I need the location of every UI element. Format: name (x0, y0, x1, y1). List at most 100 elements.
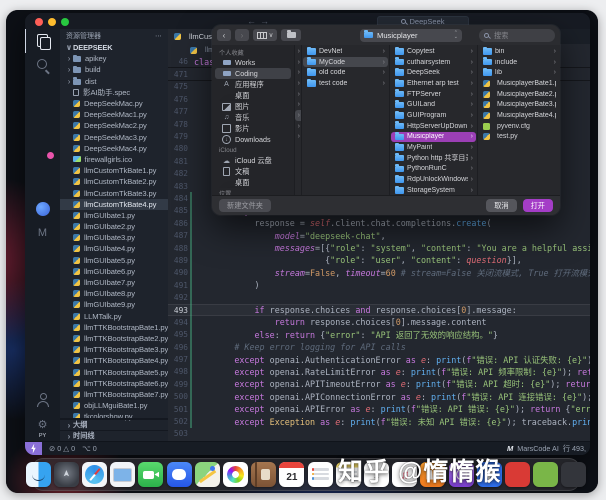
activity-testing[interactable] (25, 173, 60, 197)
finder-item[interactable]: cuthairsystem › (391, 57, 476, 68)
code-line[interactable]: 495 else: return {"error": "API 返回了无效的响应… (168, 328, 590, 341)
dialog-sidebar-item[interactable]: 文稿 (215, 166, 291, 177)
tree-item[interactable]: llmTTKBootstrapBate3.py (60, 344, 168, 355)
finder-item[interactable]: Python http 共享目录项目› (391, 153, 476, 164)
tree-root[interactable]: ∨ DEEPSEEK (60, 42, 168, 53)
finder-item[interactable]: Ethernet arp test › (391, 78, 476, 89)
activity-search[interactable] (25, 53, 60, 77)
activity-source-control[interactable] (25, 77, 60, 101)
dock-maps[interactable] (194, 462, 220, 487)
tree-item[interactable]: DeepSeekMac3.py (60, 132, 168, 143)
tree-item[interactable]: DeepSeekMac2.py (60, 120, 168, 131)
cursor-position[interactable]: 行 493, (563, 444, 586, 454)
finder-item[interactable]: PythonRunC › (391, 164, 476, 175)
more-actions-icon[interactable]: ⋯ (155, 32, 162, 40)
finder-item[interactable]: MusicplayerBate1.py (479, 78, 559, 89)
code-line[interactable]: 486 response = self.client.chat.completi… (168, 217, 590, 230)
code-line[interactable]: 502 except Exception as e: print(f"错误: 未… (168, 415, 590, 428)
finder-item[interactable]: bin › (479, 46, 559, 57)
sidebar-section-outline[interactable]: › 大纲 (60, 419, 168, 430)
tree-item[interactable]: DeepSeekMac.py (60, 98, 168, 109)
dock-app-red[interactable] (504, 462, 530, 487)
finder-item[interactable]: MusicplayerBate2.py (479, 89, 559, 100)
tree-item[interactable]: llmGUIbate6.py (60, 266, 168, 277)
close-button[interactable] (35, 18, 43, 26)
code-line[interactable]: 496 # Keep error logging for API calls (168, 340, 590, 354)
finder-item[interactable]: GUILand › (391, 99, 476, 110)
finder-item[interactable]: MyCode › (303, 56, 388, 68)
search-input[interactable] (492, 29, 542, 41)
dialog-sidebar-item[interactable]: A 应用程序 (215, 79, 291, 90)
finder-item[interactable]: test.py (479, 132, 559, 143)
dock-launchpad[interactable] (53, 462, 79, 487)
finder-item[interactable]: DeepSeek › (391, 67, 476, 78)
dock-messages[interactable] (166, 462, 192, 487)
new-folder-tool-button[interactable] (281, 29, 301, 41)
dialog-sidebar-item[interactable]: ♫ 音乐 (215, 112, 291, 123)
tree-item[interactable]: llmGUIbate7.py (60, 277, 168, 288)
code-line[interactable]: 501 except openai.APIError as e: print(f… (168, 402, 590, 416)
activity-extensions[interactable] (25, 149, 60, 173)
code-line[interactable]: 488 messages=[{"role": "system", "conten… (168, 241, 590, 255)
tree-item[interactable]: DeepSeekMac1.py (60, 109, 168, 120)
view-mode-button[interactable]: ∨ (253, 29, 277, 41)
tree-item[interactable]: llmTTKBootstrapBate1.py (60, 322, 168, 333)
dock-safari[interactable] (82, 462, 108, 487)
code-line[interactable]: 498 except openai.RateLimitError as e: p… (168, 365, 590, 379)
finder-item[interactable]: FTPServer › (391, 89, 476, 100)
tree-item[interactable]: llmGUIbate9.py (60, 299, 168, 310)
dialog-sidebar-item[interactable]: 桌面 (215, 177, 291, 188)
tree-item[interactable]: firewallgirls.ico (60, 154, 168, 165)
dock-photos[interactable] (223, 462, 249, 487)
dock-finder[interactable] (25, 462, 51, 487)
back-button[interactable]: ‹ (217, 29, 231, 41)
code-line[interactable]: 487 model="deepseek-chat", (168, 229, 590, 242)
dock-app-green[interactable] (533, 462, 559, 487)
finder-item[interactable]: Musicplayer › (391, 131, 476, 143)
tree-item[interactable]: llmGUIbate2.py (60, 221, 168, 232)
tree-item[interactable]: llmCustomTkBate2.py (60, 176, 168, 187)
code-line[interactable]: 503 (168, 428, 590, 440)
sidebar-section-timeline[interactable]: › 时间线 (60, 430, 168, 441)
tree-item[interactable]: llmCustomTkBate4.py (60, 198, 168, 210)
tree-item[interactable]: DeepSeekMac4.py (60, 143, 168, 154)
tree-item[interactable]: llmCustomTkBate3.py (60, 187, 168, 198)
activity-explorer[interactable] (25, 29, 60, 53)
open-button[interactable]: 打开 (522, 199, 553, 212)
tree-item[interactable]: › dist (60, 76, 168, 87)
finder-item[interactable]: old code › (303, 67, 388, 78)
activity-marscode[interactable]: M (25, 221, 60, 245)
marscode-label[interactable]: MarsCode AI (517, 444, 559, 453)
tree-item[interactable]: llmTTKBootstrapBate5.py (60, 366, 168, 377)
code-line[interactable]: 497 except openai.AuthenticationError as… (168, 353, 590, 366)
tree-item[interactable]: llmTTKBootstrapBate7.py (60, 389, 168, 400)
activity-settings[interactable]: ⚙ (25, 412, 60, 436)
zoom-button[interactable] (61, 18, 69, 26)
dialog-sidebar-item[interactable]: 影片 (215, 123, 291, 134)
tree-item[interactable]: llmTTKBootstrapBate6.py (60, 378, 168, 389)
code-line[interactable]: 490 stream=False, timeout=60 # stream=Fa… (168, 266, 590, 280)
finder-item[interactable]: RdpUnlockWindows › (391, 174, 476, 185)
finder-item[interactable]: Copytest › (391, 46, 476, 57)
dialog-sidebar-item[interactable]: ☁ iCloud 云盘 (215, 155, 291, 166)
activity-remote-explorer[interactable] (25, 125, 60, 149)
tree-item[interactable]: llmGUIbate1.py (60, 210, 168, 221)
dialog-sidebar-item[interactable]: 图片 (215, 101, 291, 112)
dialog-search[interactable] (479, 28, 555, 42)
dock-reminders[interactable] (307, 462, 333, 487)
dialog-sidebar-item[interactable]: Works (215, 57, 291, 68)
tree-item[interactable]: llmTTKBootstrapBate2.py (60, 333, 168, 344)
dock-contacts[interactable] (251, 462, 277, 487)
dialog-sidebar-item[interactable]: Coding (215, 68, 291, 79)
dock-calendar[interactable]: 21 (279, 462, 305, 487)
finder-item[interactable]: HttpServerUpDown › (391, 121, 476, 132)
location-dropdown[interactable]: Musicplayer ⌃ ⌄ (360, 28, 462, 42)
new-folder-button[interactable]: 新建文件夹 (219, 199, 271, 212)
activity-run-debug[interactable] (25, 101, 60, 125)
finder-item[interactable]: StorageSystem › (391, 185, 476, 195)
code-line[interactable]: 489 {"role": "user", "content": question… (168, 254, 590, 267)
tree-item[interactable]: LLMTalk.py (60, 311, 168, 322)
tree-item[interactable]: llmGUIbate3.py (60, 232, 168, 243)
finder-item[interactable]: GUIProgram › (391, 110, 476, 121)
code-line[interactable]: 492 (168, 291, 590, 304)
